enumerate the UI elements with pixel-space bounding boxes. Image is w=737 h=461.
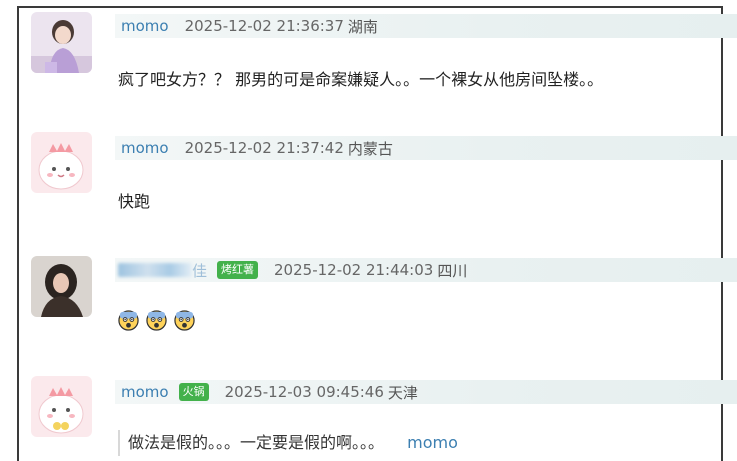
comment-panel: momo 2025-12-02 21:36:37 湖南 疯了吧女方？？ 那男的可… [17, 6, 737, 461]
comment-header: 佳 烤红薯 2025-12-02 21:44:03 四川 [115, 258, 737, 282]
location: 湖南 [347, 17, 378, 36]
quote-text: 做法是假的。。。一定要是假的啊。。。 [128, 433, 385, 452]
avatar[interactable] [31, 256, 92, 317]
quoted-reply: 做法是假的。。。一定要是假的啊。。。 momo [118, 430, 458, 456]
comment-header: momo 火锅 2025-12-03 09:45:46 天津 [115, 380, 737, 404]
quote-username-link[interactable]: momo [407, 433, 458, 452]
fearful-face-icon [146, 310, 167, 331]
username-link[interactable]: momo [121, 383, 169, 401]
username-link[interactable]: momo [121, 17, 169, 35]
timestamp: 2025-12-02 21:37:42 [184, 139, 344, 157]
comment-text [118, 310, 197, 335]
username-suffix: 佳 [192, 261, 208, 280]
timestamp: 2025-12-02 21:36:37 [184, 17, 344, 35]
avatar[interactable] [31, 376, 92, 437]
fearful-face-icon [118, 310, 139, 331]
user-badge: 烤红薯 [217, 261, 259, 279]
location: 四川 [437, 261, 468, 280]
location: 内蒙古 [347, 139, 393, 158]
user-badge: 火锅 [178, 383, 209, 401]
fearful-face-icon [174, 310, 195, 331]
location: 天津 [387, 383, 418, 402]
blurred-username[interactable] [118, 263, 192, 277]
avatar[interactable] [31, 12, 92, 73]
comment-text: 疯了吧女方？？ 那男的可是命案嫌疑人。。一个裸女从他房间坠楼。。 [118, 70, 604, 89]
comment-text: 快跑 [118, 192, 151, 211]
timestamp: 2025-12-03 09:45:46 [224, 383, 384, 401]
username-link[interactable]: momo [121, 139, 169, 157]
comment-header: momo 2025-12-02 21:36:37 湖南 [115, 14, 737, 38]
timestamp: 2025-12-02 21:44:03 [274, 261, 434, 279]
comment-header: momo 2025-12-02 21:37:42 内蒙古 [115, 136, 737, 160]
avatar[interactable] [31, 132, 92, 193]
